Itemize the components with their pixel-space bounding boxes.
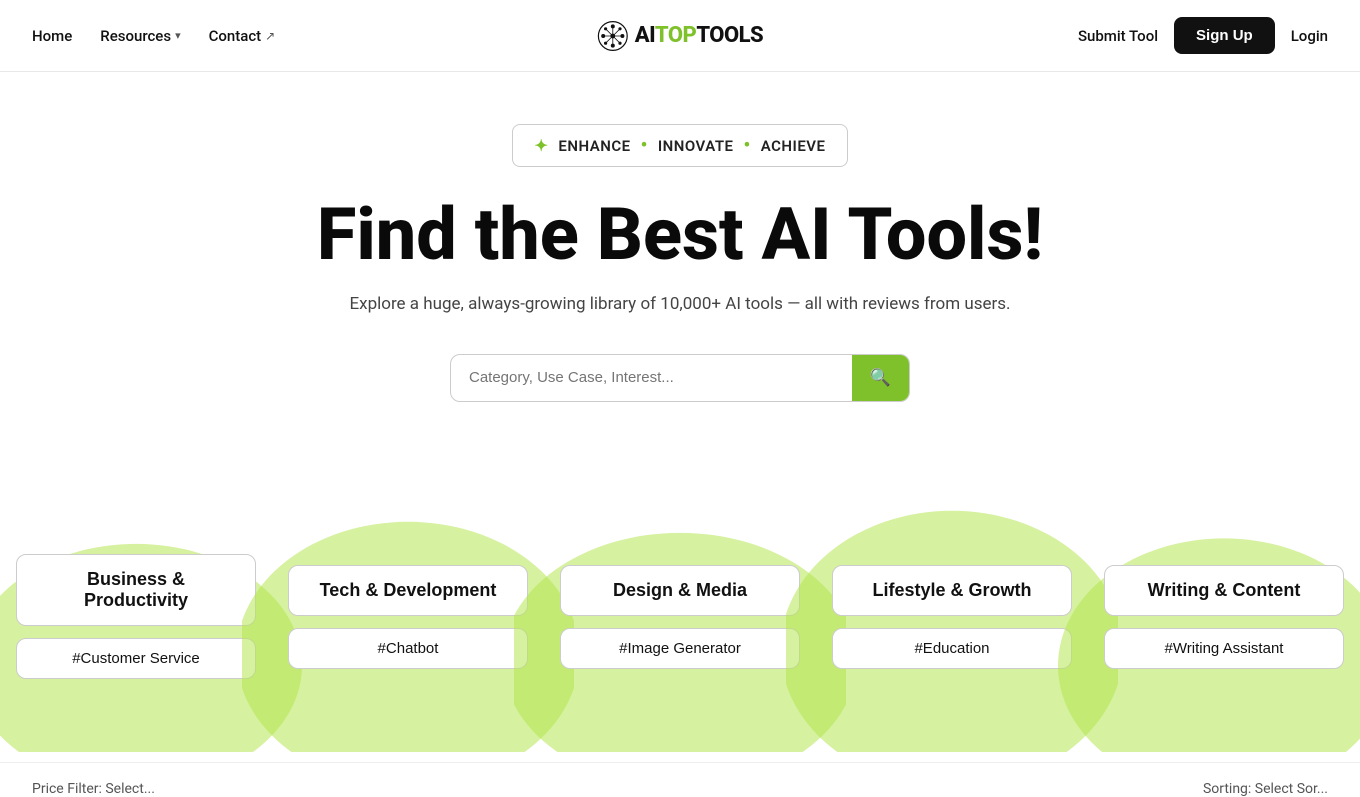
nav-left: Home Resources ▾ Contact ↗ <box>32 27 275 45</box>
hashtag-btn-education[interactable]: #Education <box>832 628 1072 669</box>
dot-1: • <box>641 135 648 156</box>
search-icon: 🔍 <box>870 368 891 388</box>
category-col-5: Writing & Content #Writing Assistant <box>1088 482 1360 752</box>
badge-achieve: ACHIEVE <box>761 137 826 155</box>
category-col-2: Tech & Development #Chatbot <box>272 482 544 752</box>
logo-top-part: TOP <box>655 23 696 48</box>
blob-bg-3 <box>514 482 846 752</box>
navbar: Home Resources ▾ Contact ↗ <box>0 0 1360 72</box>
categories-section: Business & Productivity #Customer Servic… <box>0 482 1360 752</box>
nav-resources[interactable]: Resources ▾ <box>100 27 180 45</box>
logo[interactable]: AITOPTOOLS <box>597 20 763 52</box>
price-filter-label[interactable]: Price Filter: Select... <box>32 781 155 797</box>
external-link-icon: ↗ <box>265 29 275 43</box>
logo-tools-part: TOOLS <box>696 23 763 48</box>
category-col-4: Lifestyle & Growth #Education <box>816 482 1088 752</box>
nav-contact[interactable]: Contact ↗ <box>209 27 276 45</box>
badge-innovate: INNOVATE <box>658 137 734 155</box>
nav-home[interactable]: Home <box>32 27 72 45</box>
nav-right: Submit Tool Sign Up Login <box>1078 17 1328 54</box>
badge-enhance: ENHANCE <box>558 137 630 155</box>
dot-2: • <box>744 135 751 156</box>
search-bar: 🔍 <box>450 354 910 402</box>
login-link[interactable]: Login <box>1291 27 1328 45</box>
category-col-1: Business & Productivity #Customer Servic… <box>0 482 272 752</box>
chevron-down-icon: ▾ <box>175 29 181 42</box>
category-btn-design[interactable]: Design & Media <box>560 565 800 616</box>
bottom-filter-row: Price Filter: Select... Sorting: Select … <box>0 762 1360 797</box>
blob-bg-4 <box>786 482 1118 752</box>
hashtag-btn-customer-service[interactable]: #Customer Service <box>16 638 256 679</box>
hashtag-btn-writing-assistant[interactable]: #Writing Assistant <box>1104 628 1344 669</box>
submit-tool-link[interactable]: Submit Tool <box>1078 27 1158 45</box>
hero-section: ✦ ENHANCE • INNOVATE • ACHIEVE Find the … <box>0 72 1360 482</box>
logo-text: AITOPTOOLS <box>635 23 763 48</box>
logo-icon <box>597 20 629 52</box>
search-button[interactable]: 🔍 <box>852 355 909 401</box>
sorting-label[interactable]: Sorting: Select Sor... <box>1203 781 1328 797</box>
logo-ai-part: AI <box>635 23 655 48</box>
category-btn-writing[interactable]: Writing & Content <box>1104 565 1344 616</box>
category-btn-tech[interactable]: Tech & Development <box>288 565 528 616</box>
hashtag-btn-chatbot[interactable]: #Chatbot <box>288 628 528 669</box>
enhance-badge: ✦ ENHANCE • INNOVATE • ACHIEVE <box>512 124 849 167</box>
search-input[interactable] <box>451 355 852 400</box>
category-col-3: Design & Media #Image Generator <box>544 482 816 752</box>
blob-bg-2 <box>242 482 574 752</box>
category-btn-lifestyle[interactable]: Lifestyle & Growth <box>832 565 1072 616</box>
hero-title: Find the Best AI Tools! <box>317 195 1043 274</box>
signup-button[interactable]: Sign Up <box>1174 17 1275 54</box>
hero-subtitle: Explore a huge, always-growing library o… <box>349 292 1010 318</box>
category-btn-business[interactable]: Business & Productivity <box>16 554 256 626</box>
blob-bg-5 <box>1058 482 1360 752</box>
category-row: Business & Productivity #Customer Servic… <box>0 482 1360 752</box>
hashtag-btn-image-generator[interactable]: #Image Generator <box>560 628 800 669</box>
star-icon: ✦ <box>535 136 549 155</box>
